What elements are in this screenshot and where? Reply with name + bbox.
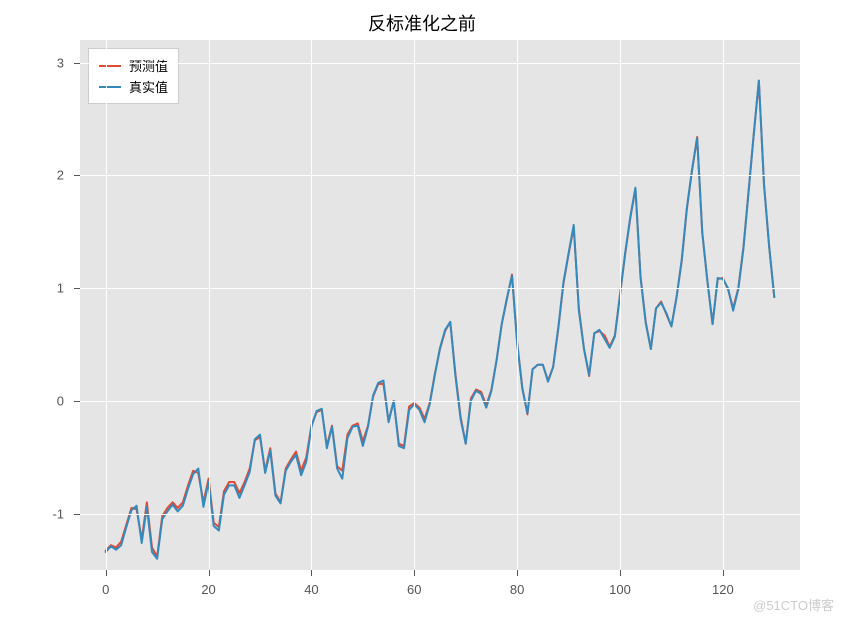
y-tick-mark [74,514,80,515]
grid-line-v [517,40,518,570]
y-tick-label: 1 [57,281,64,296]
plot-area: 预测值 真实值 -10123020406080100120 [80,40,800,570]
y-tick-mark [74,63,80,64]
y-tick-mark [74,288,80,289]
chart-svg [80,40,800,570]
grid-line-h [80,514,800,515]
grid-line-v [723,40,724,570]
x-tick-mark [106,570,107,576]
legend-swatch-predicted [99,65,121,67]
x-tick-mark [723,570,724,576]
x-tick-label: 100 [609,582,631,597]
legend: 预测值 真实值 [88,48,179,104]
grid-line-h [80,175,800,176]
x-tick-label: 0 [102,582,109,597]
x-tick-label: 80 [510,582,524,597]
x-tick-mark [517,570,518,576]
grid-line-v [414,40,415,570]
grid-line-h [80,401,800,402]
series-line [106,81,775,557]
x-tick-mark [620,570,621,576]
x-tick-label: 20 [201,582,215,597]
chart-container: 反标准化之前 预测值 真实值 -10123020406080100120 @51… [0,0,844,618]
x-tick-mark [414,570,415,576]
x-tick-label: 40 [304,582,318,597]
legend-label-actual: 真实值 [129,77,168,96]
chart-title: 反标准化之前 [0,10,844,36]
x-tick-label: 60 [407,582,421,597]
legend-item-predicted: 预测值 [99,55,168,76]
x-tick-mark [311,570,312,576]
legend-item-actual: 真实值 [99,76,168,97]
grid-line-v [311,40,312,570]
grid-line-v [209,40,210,570]
x-tick-mark [209,570,210,576]
grid-line-h [80,63,800,64]
y-tick-mark [74,175,80,176]
legend-label-predicted: 预测值 [129,56,168,75]
y-tick-label: 3 [57,55,64,70]
x-tick-label: 120 [712,582,734,597]
legend-swatch-actual [99,86,121,88]
watermark: @51CTO博客 [753,595,834,614]
grid-line-v [106,40,107,570]
y-tick-label: 2 [57,168,64,183]
y-tick-label: -1 [52,506,64,521]
grid-line-v [620,40,621,570]
y-tick-mark [74,401,80,402]
grid-line-h [80,288,800,289]
y-tick-label: 0 [57,393,64,408]
